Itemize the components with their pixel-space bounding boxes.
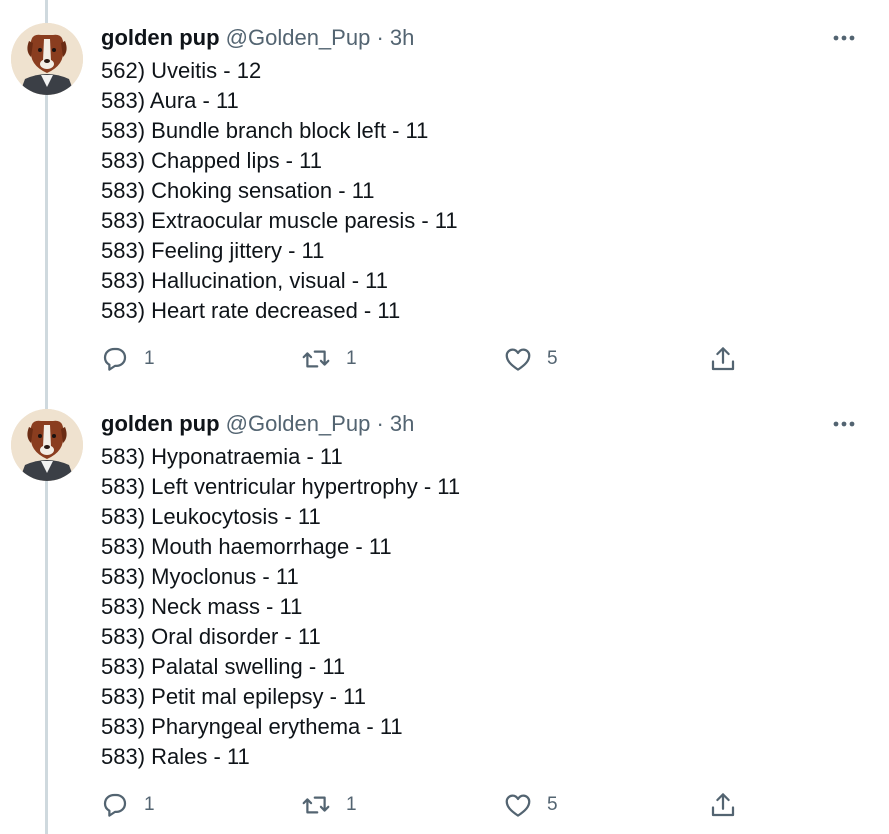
tweet-line: 583) Chapped lips - 11	[101, 148, 322, 173]
tweet-line: 583) Petit mal epilepsy - 11	[101, 684, 366, 709]
tweet-line: 583) Neck mass - 11	[101, 594, 303, 619]
tweet-line: 583) Hallucination, visual - 11	[101, 268, 388, 293]
tweet-line: 583) Heart rate decreased - 11	[101, 298, 401, 323]
tweet-line: 583) Left ventricular hypertrophy - 11	[101, 474, 461, 499]
more-icon	[833, 35, 855, 41]
retweet-icon	[302, 796, 330, 814]
heart-icon	[505, 794, 531, 817]
avatar[interactable]	[11, 409, 83, 481]
author-name[interactable]: golden pup	[101, 411, 220, 436]
tweet-line: 583) Oral disorder - 11	[101, 624, 321, 649]
tweet-text: 562) Uveitis - 12 583) Aura - 11 583) Bu…	[101, 56, 458, 326]
retweet-count: 1	[346, 794, 357, 815]
author-handle[interactable]: @Golden_Pup	[226, 25, 371, 50]
dog-avatar-icon	[11, 23, 83, 95]
tweet-line: 583) Aura - 11	[101, 88, 239, 113]
tweet-line: 583) Extraocular muscle paresis - 11	[101, 208, 458, 233]
heart-icon	[505, 348, 531, 371]
reply-icon	[103, 793, 127, 817]
tweet-actions: 1 1 5	[100, 787, 780, 823]
author-handle[interactable]: @Golden_Pup	[226, 411, 371, 436]
avatar[interactable]	[11, 23, 83, 95]
tweet-line: 583) Myoclonus - 11	[101, 564, 299, 589]
retweet-count: 1	[346, 348, 357, 369]
tweet-line: 583) Pharyngeal erythema - 11	[101, 714, 403, 739]
tweet-line: 583) Bundle branch block left - 11	[101, 118, 429, 143]
share-icon	[711, 347, 735, 371]
tweet-line: 583) Rales - 11	[101, 744, 250, 769]
tweet-line: 583) Palatal swelling - 11	[101, 654, 346, 679]
tweet-header: golden pup @Golden_Pup · 3h	[101, 23, 414, 53]
reply-icon	[103, 347, 127, 371]
tweet-header: golden pup @Golden_Pup · 3h	[101, 409, 414, 439]
tweet-text: 583) Hyponatraemia - 11 583) Left ventri…	[101, 442, 460, 772]
timestamp[interactable]: 3h	[390, 25, 414, 50]
share-button[interactable]	[708, 341, 738, 377]
tweet-actions: 1 1 5	[100, 341, 780, 377]
like-button[interactable]: 5	[503, 787, 558, 823]
retweet-button[interactable]: 1	[300, 341, 357, 377]
tweet[interactable]: golden pup @Golden_Pup · 3h 562) Uveitis…	[0, 0, 889, 400]
like-count: 5	[547, 794, 558, 815]
retweet-button[interactable]: 1	[300, 787, 357, 823]
reply-count: 1	[144, 794, 155, 815]
like-count: 5	[547, 348, 558, 369]
retweet-icon	[302, 350, 330, 368]
dog-avatar-icon	[11, 409, 83, 481]
share-button[interactable]	[708, 787, 738, 823]
tweet[interactable]: golden pup @Golden_Pup · 3h 583) Hyponat…	[0, 400, 889, 834]
author-name[interactable]: golden pup	[101, 25, 220, 50]
reply-button[interactable]: 1	[100, 341, 155, 377]
timestamp[interactable]: 3h	[390, 411, 414, 436]
tweet-line: 583) Hyponatraemia - 11	[101, 444, 343, 469]
separator-dot: ·	[376, 411, 384, 436]
tweet-line: 583) Mouth haemorrhage - 11	[101, 534, 392, 559]
tweet-line: 583) Leukocytosis - 11	[101, 504, 321, 529]
share-icon	[711, 793, 735, 817]
separator-dot: ·	[376, 25, 384, 50]
more-options-button[interactable]	[829, 28, 859, 48]
tweet-line: 583) Feeling jittery - 11	[101, 238, 325, 263]
reply-button[interactable]: 1	[100, 787, 155, 823]
like-button[interactable]: 5	[503, 341, 558, 377]
more-options-button[interactable]	[829, 414, 859, 434]
reply-count: 1	[144, 348, 155, 369]
tweet-line: 583) Choking sensation - 11	[101, 178, 375, 203]
more-icon	[833, 421, 855, 427]
tweet-line: 562) Uveitis - 12	[101, 58, 262, 83]
